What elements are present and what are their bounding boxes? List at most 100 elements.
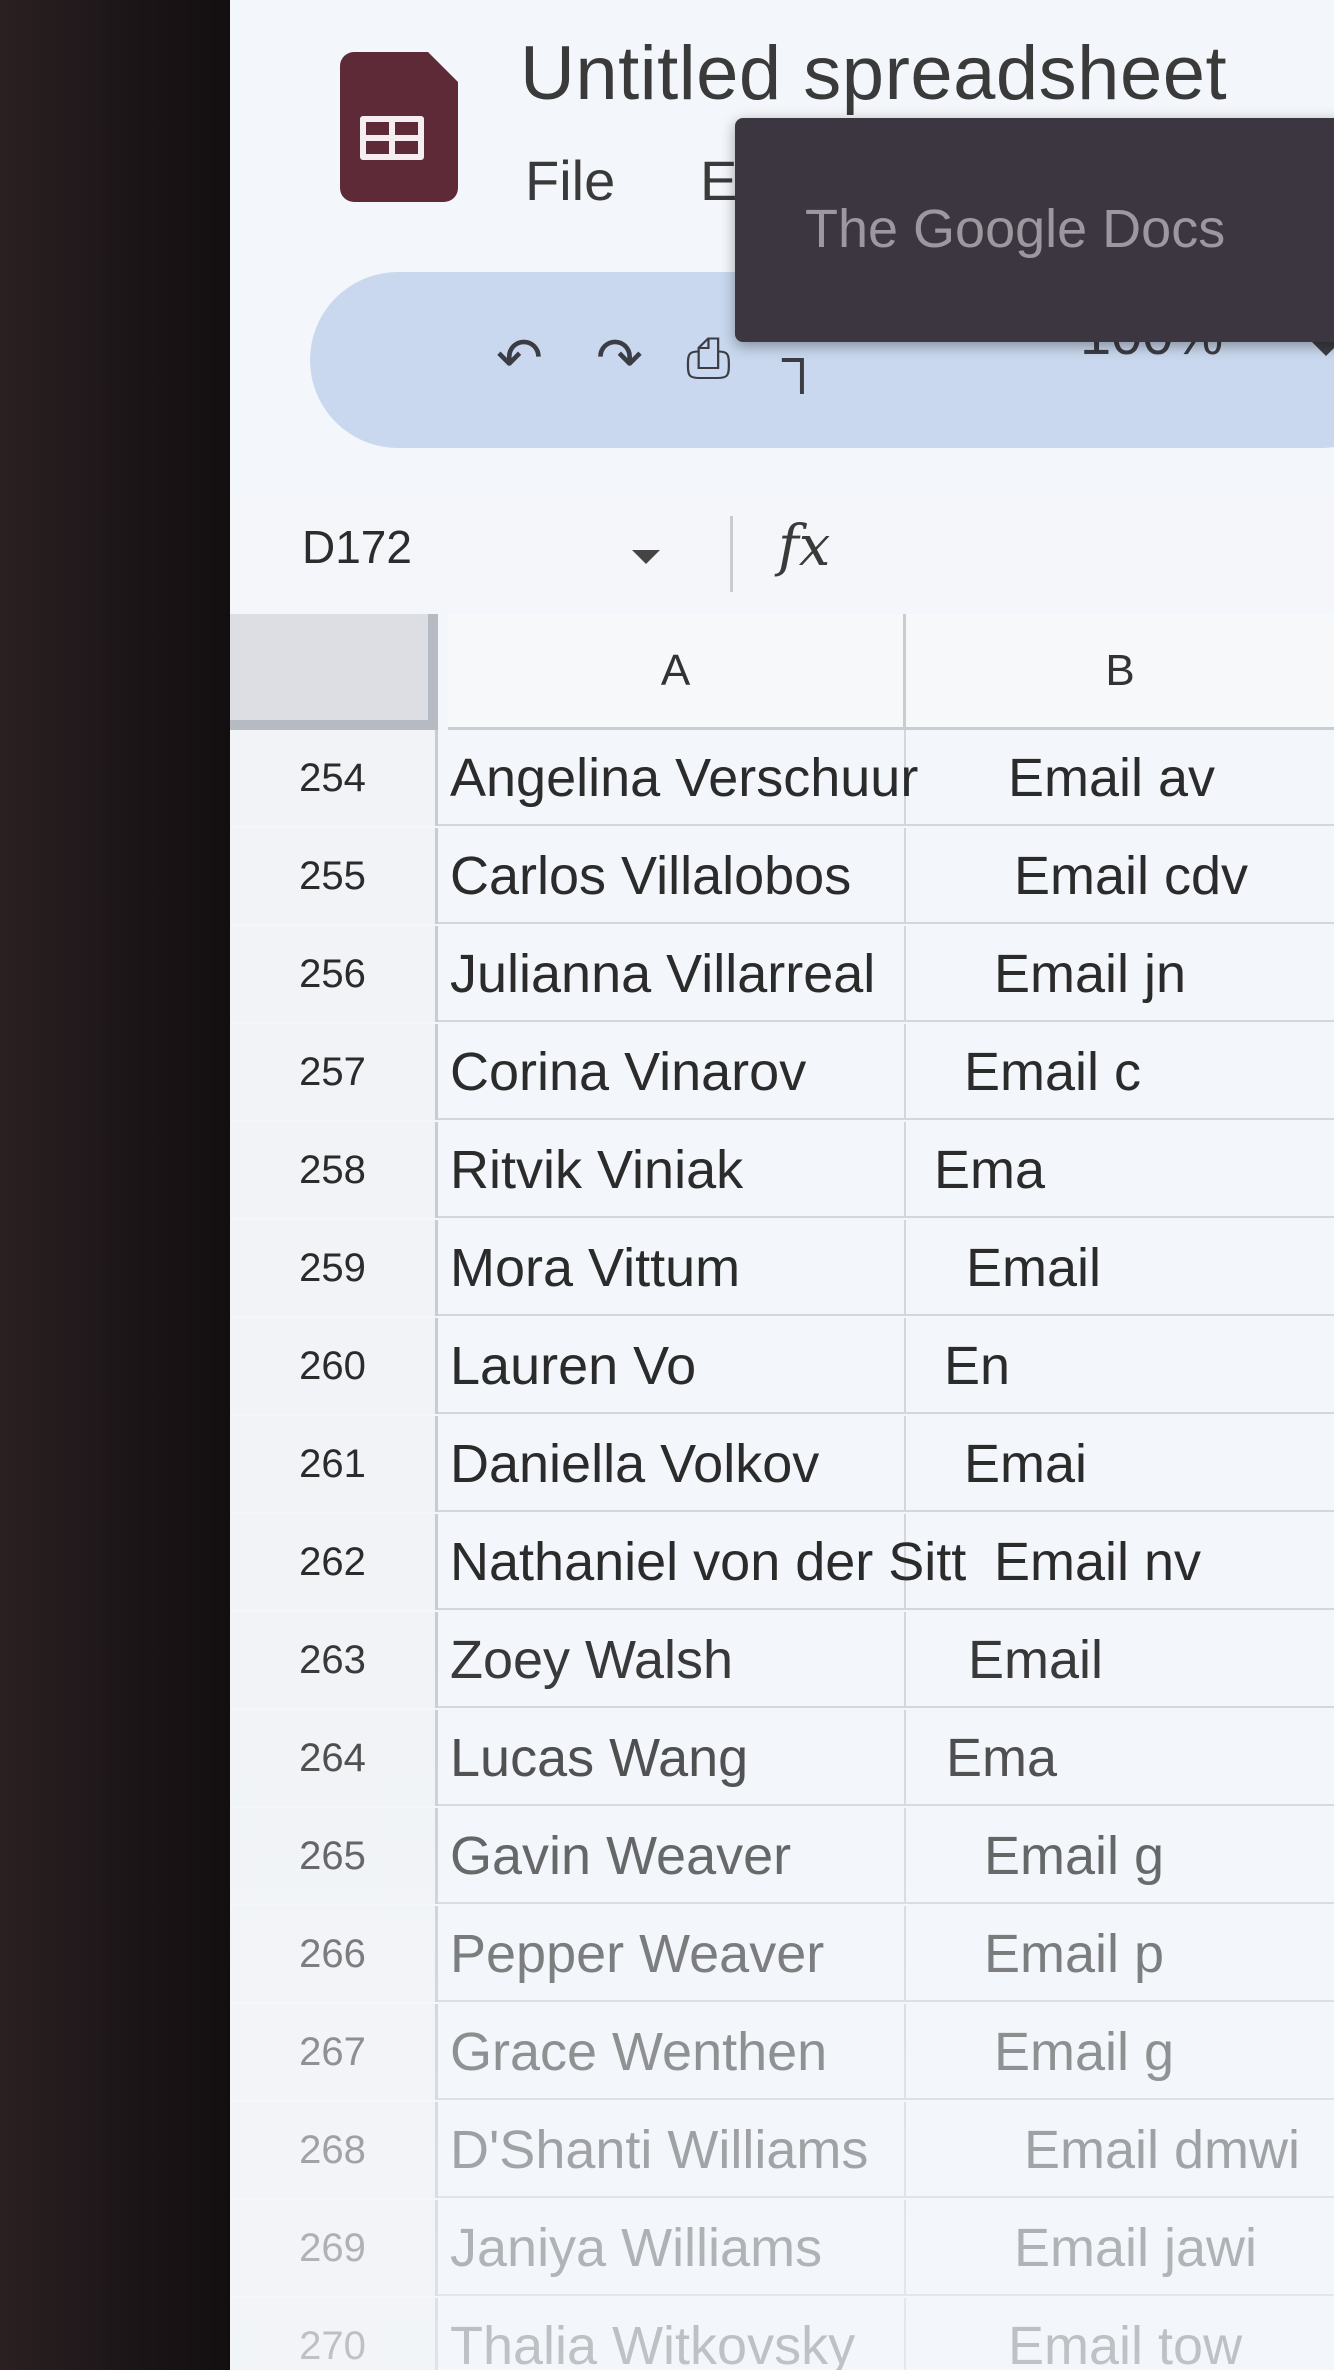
name-box[interactable]: D172 [302, 520, 412, 574]
table-row: 270 Thalia Witkovsky Email tow [230, 2298, 1334, 2370]
formula-bar: D172 fx [230, 500, 1334, 608]
cell-b-text: Email g [984, 1826, 1165, 1886]
cell-b-text: Email c [964, 1042, 1142, 1102]
row-number[interactable]: 261 [230, 1416, 438, 1512]
cell-b-text: Email cdv [1014, 846, 1249, 906]
row-number[interactable]: 258 [230, 1122, 438, 1218]
table-row: 268 D'Shanti Williams Email dmwi [230, 2102, 1334, 2198]
cell-b-text: Email jn [994, 944, 1187, 1004]
cell-a[interactable]: Carlos Villalobos [438, 828, 906, 924]
cell-a[interactable]: Gavin Weaver [438, 1808, 906, 1904]
cell-b[interactable]: Email tow [906, 2298, 1334, 2370]
table-row: 258 Ritvik Viniak Ema [230, 1122, 1334, 1218]
cell-b-text: Email [966, 1238, 1102, 1298]
cell-b[interactable]: Ema [906, 1122, 1334, 1218]
cell-b-text: Email p [984, 1924, 1165, 1984]
row-number[interactable]: 257 [230, 1024, 438, 1120]
cell-b-text: Email av [1008, 748, 1216, 808]
cell-b[interactable]: Email av [906, 730, 1334, 826]
row-number[interactable]: 262 [230, 1514, 438, 1610]
cell-b-text: Email jawi [1014, 2218, 1258, 2278]
device-bezel [0, 0, 240, 2370]
cell-b[interactable]: Email cdv [906, 828, 1334, 924]
print-icon[interactable]: ⎙ [686, 330, 731, 386]
table-row: 255 Carlos Villalobos Email cdv [230, 828, 1334, 924]
cell-b[interactable]: Email p [906, 1906, 1334, 2002]
cell-b-text: Emai [964, 1434, 1088, 1494]
column-header-b[interactable]: B [906, 614, 1334, 730]
cell-b[interactable]: Ema [906, 1710, 1334, 1806]
cell-b[interactable]: Email dmwi [906, 2102, 1334, 2198]
table-row: 256 Julianna Villarreal Email jn [230, 926, 1334, 1022]
table-row: 267 Grace Wenthen Email g [230, 2004, 1334, 2100]
cell-a[interactable]: Zoey Walsh [438, 1612, 906, 1708]
cell-a[interactable]: Grace Wenthen [438, 2004, 906, 2100]
table-row: 264 Lucas Wang Ema [230, 1710, 1334, 1806]
select-all-corner[interactable] [230, 614, 438, 730]
cell-b[interactable]: Emai [906, 1416, 1334, 1512]
table-row: 262 Nathaniel von der Sitt Email nv [230, 1514, 1334, 1610]
column-header-a[interactable]: A [448, 614, 906, 730]
menu-edit[interactable]: E [700, 148, 737, 213]
cell-a[interactable]: Julianna Villarreal [438, 926, 906, 1022]
table-row: 266 Pepper Weaver Email p [230, 1906, 1334, 2002]
tooltip: The Google Docs [735, 118, 1334, 342]
row-number[interactable]: 263 [230, 1612, 438, 1708]
cell-b[interactable]: En [906, 1318, 1334, 1414]
undo-icon[interactable]: ↶ [496, 330, 543, 386]
cell-b[interactable]: Email jawi [906, 2200, 1334, 2296]
cell-b-text: En [944, 1336, 1011, 1396]
cell-a[interactable]: Ritvik Viniak [438, 1122, 906, 1218]
row-number[interactable]: 255 [230, 828, 438, 924]
cell-a[interactable]: Pepper Weaver [438, 1906, 906, 2002]
table-row: 257 Corina Vinarov Email c [230, 1024, 1334, 1120]
cell-a[interactable]: Nathaniel von der Sitt [438, 1514, 966, 1610]
cell-b[interactable]: Email nv [906, 1514, 1334, 1610]
redo-icon[interactable]: ↷ [596, 330, 643, 386]
spreadsheet-screen: Untitled spreadsheet File E ↶ ↷ ⎙ ┐ 100%… [230, 0, 1334, 2370]
cell-b-text: Email tow [1008, 2316, 1243, 2370]
cell-a[interactable]: Daniella Volkov [438, 1416, 906, 1512]
cell-b-text: Email dmwi [1024, 2120, 1301, 2180]
cell-a[interactable]: Angelina Verschuur [438, 730, 918, 826]
cell-b-text: Email [968, 1630, 1104, 1690]
table-row: 263 Zoey Walsh Email [230, 1612, 1334, 1708]
row-number[interactable]: 264 [230, 1710, 438, 1806]
cell-b[interactable]: Email g [906, 2004, 1334, 2100]
menu-file[interactable]: File [525, 148, 615, 213]
row-number[interactable]: 260 [230, 1318, 438, 1414]
document-title[interactable]: Untitled spreadsheet [520, 30, 1227, 117]
cell-a[interactable]: D'Shanti Williams [438, 2102, 906, 2198]
row-number[interactable]: 269 [230, 2200, 438, 2296]
row-number[interactable]: 259 [230, 1220, 438, 1316]
cell-a[interactable]: Thalia Witkovsky [438, 2298, 906, 2370]
row-number[interactable]: 270 [230, 2298, 438, 2370]
row-number[interactable]: 267 [230, 2004, 438, 2100]
cell-b[interactable]: Email g [906, 1808, 1334, 1904]
table-row: 269 Janiya Williams Email jawi [230, 2200, 1334, 2296]
row-number[interactable]: 256 [230, 926, 438, 1022]
sheets-logo-icon[interactable] [340, 52, 458, 202]
cell-a[interactable]: Mora Vittum [438, 1220, 906, 1316]
table-row: 265 Gavin Weaver Email g [230, 1808, 1334, 1904]
cell-a[interactable]: Lauren Vo [438, 1318, 906, 1414]
cell-b-text: Email nv [994, 1532, 1202, 1592]
cell-b-text: Email g [994, 2022, 1175, 2082]
chevron-down-icon[interactable] [632, 550, 660, 564]
cell-b[interactable]: Email jn [906, 926, 1334, 1022]
table-row: 254 Angelina Verschuur Email av [230, 730, 1334, 826]
chevron-down-icon[interactable] [1310, 340, 1334, 356]
table-row: 261 Daniella Volkov Emai [230, 1416, 1334, 1512]
cell-a[interactable]: Janiya Williams [438, 2200, 906, 2296]
row-number[interactable]: 266 [230, 1906, 438, 2002]
row-number[interactable]: 268 [230, 2102, 438, 2198]
cell-b[interactable]: Email [906, 1220, 1334, 1316]
cell-b[interactable]: Email c [906, 1024, 1334, 1120]
cell-b-text: Ema [946, 1728, 1058, 1788]
cell-a[interactable]: Lucas Wang [438, 1710, 906, 1806]
cell-b[interactable]: Email [906, 1612, 1334, 1708]
row-number[interactable]: 265 [230, 1808, 438, 1904]
row-number[interactable]: 254 [230, 730, 438, 826]
tooltip-text: The Google Docs [805, 199, 1226, 259]
cell-a[interactable]: Corina Vinarov [438, 1024, 906, 1120]
